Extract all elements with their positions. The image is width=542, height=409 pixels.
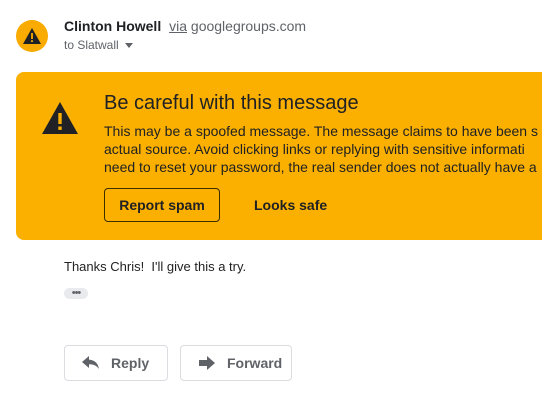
via-label: via googlegroups.com (169, 18, 306, 34)
forward-label: Forward (227, 355, 283, 371)
report-spam-button[interactable]: Report spam (104, 188, 220, 222)
message-body: Thanks Chris! I'll give this a try. (64, 259, 247, 274)
email-view: Clinton Howell via googlegroups.com to S… (0, 0, 542, 409)
reply-icon (81, 353, 101, 373)
reply-button[interactable]: Reply (64, 345, 168, 381)
warning-icon (42, 102, 78, 134)
show-trimmed-content-button[interactable]: ••• (64, 288, 88, 299)
warning-body-line: need to reset your password, the real se… (104, 159, 537, 175)
via-domain: googlegroups.com (190, 18, 307, 34)
forward-button[interactable]: Forward (180, 345, 292, 381)
sender-line: Clinton Howell via googlegroups.com (64, 16, 306, 36)
sender-name[interactable]: Clinton Howell (64, 18, 161, 34)
looks-safe-button[interactable]: Looks safe (242, 188, 339, 222)
forward-icon (197, 353, 217, 373)
recipient-line: to Slatwall (64, 36, 133, 54)
warning-body-line: This may be a spoofed message. The messa… (104, 123, 538, 139)
warning-body: This may be a spoofed message. The messa… (104, 122, 542, 176)
warning-title: Be careful with this message (104, 92, 359, 114)
sender-avatar[interactable] (16, 20, 48, 52)
warning-icon (23, 28, 41, 44)
warning-body-line: actual source. Avoid clicking links or r… (104, 141, 525, 157)
recipient-label: to Slatwall (64, 38, 119, 52)
reply-label: Reply (111, 355, 150, 371)
recipient-details-chevron-down-icon[interactable] (124, 42, 133, 48)
via-link[interactable]: via (169, 18, 187, 34)
spoof-warning-banner: Be careful with this message This may be… (16, 72, 542, 240)
